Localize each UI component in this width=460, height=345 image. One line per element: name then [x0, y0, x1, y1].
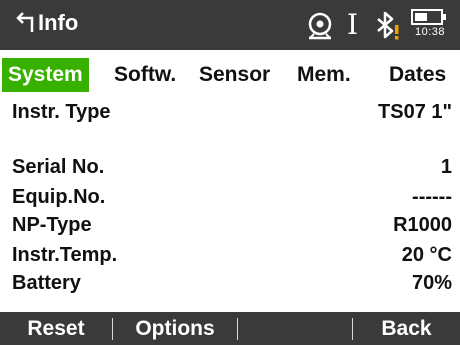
row-value: 1: [440, 156, 452, 178]
row-serial-no: Serial No. 1: [12, 156, 452, 180]
bluetooth-warning-icon: [374, 10, 404, 47]
page-title: Info: [38, 10, 79, 35]
row-label: Battery: [12, 272, 81, 294]
row-value: 20 °C: [401, 244, 452, 266]
row-label: Serial No.: [12, 156, 105, 178]
empty-softkey[interactable]: [238, 312, 352, 345]
row-value: 70%: [411, 272, 452, 294]
tab-system[interactable]: System: [2, 58, 89, 92]
clock-time: 10:38: [415, 26, 446, 38]
row-equip-no: Equip.No. ------: [12, 186, 452, 210]
row-value: TS07 1": [378, 101, 452, 123]
row-label: Equip.No.: [12, 186, 106, 208]
tab-software[interactable]: Softw.: [114, 58, 176, 92]
row-battery: Battery 70%: [12, 272, 452, 296]
target-icon: [304, 10, 336, 47]
row-instr-type: Instr. Type TS07 1": [12, 101, 452, 125]
row-label: NP-Type: [12, 214, 92, 236]
tab-bar: System Softw. Sensor Mem. Dates: [0, 58, 460, 92]
row-value: R1000: [393, 214, 452, 236]
tab-sensor[interactable]: Sensor: [199, 58, 270, 92]
back-arrow-icon[interactable]: [14, 10, 36, 42]
row-np-type: NP-Type R1000: [12, 214, 452, 238]
title-bar: Info I 10:38: [0, 0, 460, 50]
options-button[interactable]: Options: [113, 312, 237, 345]
row-label: Instr.Temp.: [12, 244, 118, 266]
softkey-bar: Reset Options Back: [0, 312, 460, 345]
row-label: Instr. Type: [12, 101, 111, 123]
tab-memory[interactable]: Mem.: [297, 58, 351, 92]
row-instr-temp: Instr.Temp. 20 °C: [12, 244, 452, 268]
reset-button[interactable]: Reset: [0, 312, 112, 345]
back-button[interactable]: Back: [353, 312, 460, 345]
row-value: ------: [412, 186, 452, 208]
cursor-icon: I: [347, 8, 359, 41]
tab-dates[interactable]: Dates: [389, 58, 446, 92]
